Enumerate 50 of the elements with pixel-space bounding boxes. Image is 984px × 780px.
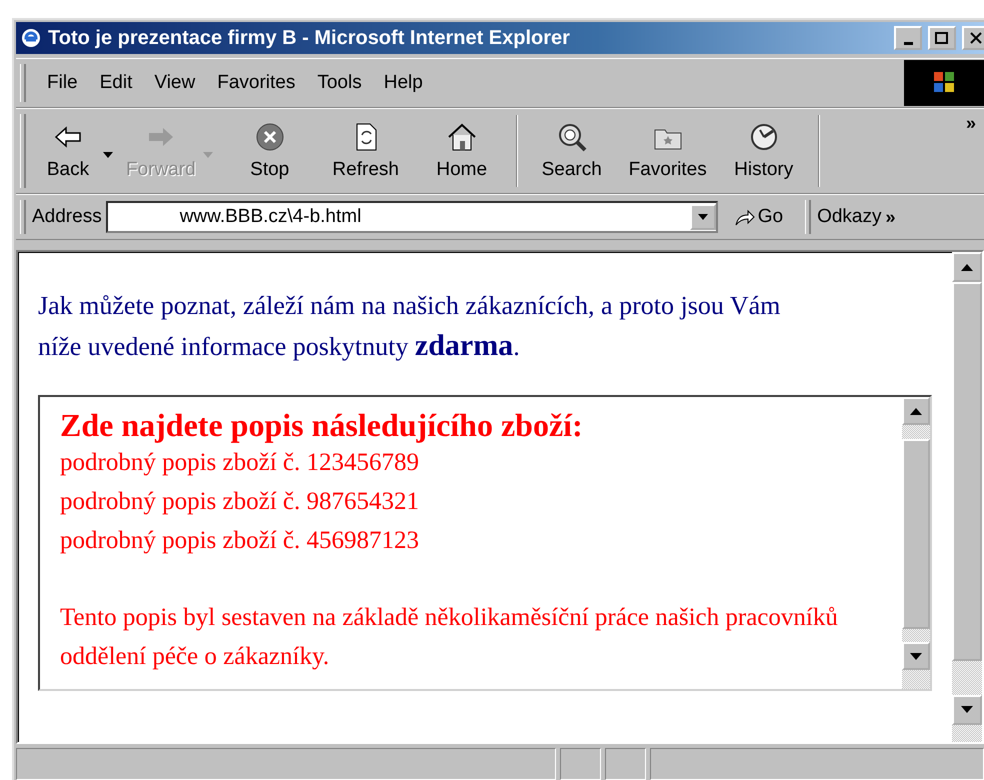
minimize-button[interactable] [894, 26, 922, 50]
close-button[interactable] [962, 26, 984, 50]
intro-paragraph: Jak můžete poznat, záleží nám na našich zákaznících, a proto jsou Vám níže uvedené informace poskytnuty zdarma. [38, 290, 782, 364]
toolbar-grip[interactable] [20, 200, 26, 234]
minimize-icon [904, 42, 912, 44]
back-button[interactable]: Back [36, 121, 100, 181]
favorites-button[interactable]: Favorites [620, 121, 716, 181]
frame-scrollbar[interactable] [902, 397, 930, 689]
close-icon [970, 32, 982, 44]
caret-icon [698, 214, 708, 220]
product-line: podrobný popis zboží č. 456987123 [60, 526, 420, 556]
page-scrollbar[interactable] [952, 252, 982, 742]
go-arrow-icon [734, 207, 756, 227]
frame-heading: Zde najdete popis následujícího zboží: [60, 407, 584, 443]
up-arrow-icon [910, 408, 922, 414]
menu-item[interactable]: Tools [306, 68, 373, 98]
history-button[interactable]: History [716, 121, 812, 181]
stop-icon [254, 121, 286, 153]
toolbar-grip[interactable] [20, 114, 26, 188]
caret-icon[interactable] [102, 151, 114, 159]
window-title: Toto je prezentace firmy B - Microsoft Internet Explorer [48, 26, 571, 50]
menu-item[interactable]: Favorites [206, 68, 306, 98]
menu-item[interactable]: View [143, 68, 206, 98]
product-line: podrobný popis zboží č. 123456789 [60, 448, 420, 478]
toolbar-grip[interactable] [20, 64, 26, 102]
chevron-button[interactable]: » [885, 206, 896, 228]
down-arrow-icon [910, 652, 922, 660]
up-arrow-icon [961, 264, 973, 270]
maximize-icon [935, 32, 949, 44]
maximize-button[interactable] [928, 26, 956, 50]
chevron-button[interactable]: » [966, 113, 976, 134]
refresh-button[interactable]: Refresh [318, 121, 414, 181]
product-line: podrobný popis zboží č. 987654321 [60, 487, 420, 517]
windows-logo-icon [904, 60, 984, 106]
menu-item[interactable]: Edit [88, 68, 144, 98]
stop-button[interactable]: Stop [222, 121, 318, 181]
browser-icon [20, 27, 42, 49]
links-label[interactable]: Odkazy [817, 206, 882, 228]
menu-item[interactable]: File [36, 68, 89, 98]
menu-item[interactable]: Help [372, 68, 434, 98]
search-button[interactable]: Search [524, 121, 620, 181]
house-icon [446, 121, 478, 153]
address-label: Address [32, 206, 102, 228]
go-button[interactable]: Go [728, 205, 790, 229]
dropdown-button[interactable] [690, 204, 716, 230]
toolbar-grip[interactable] [805, 200, 812, 234]
home-button[interactable]: Home [414, 121, 510, 181]
address-field[interactable]: www.BBB.cz\4-b.html [106, 201, 718, 233]
note-paragraph: Tento popis byl sestaven na základě několikaměsíční práce našich pracovníků oddělení péče o zákazníky. [60, 603, 839, 672]
down-arrow-icon [961, 706, 973, 714]
